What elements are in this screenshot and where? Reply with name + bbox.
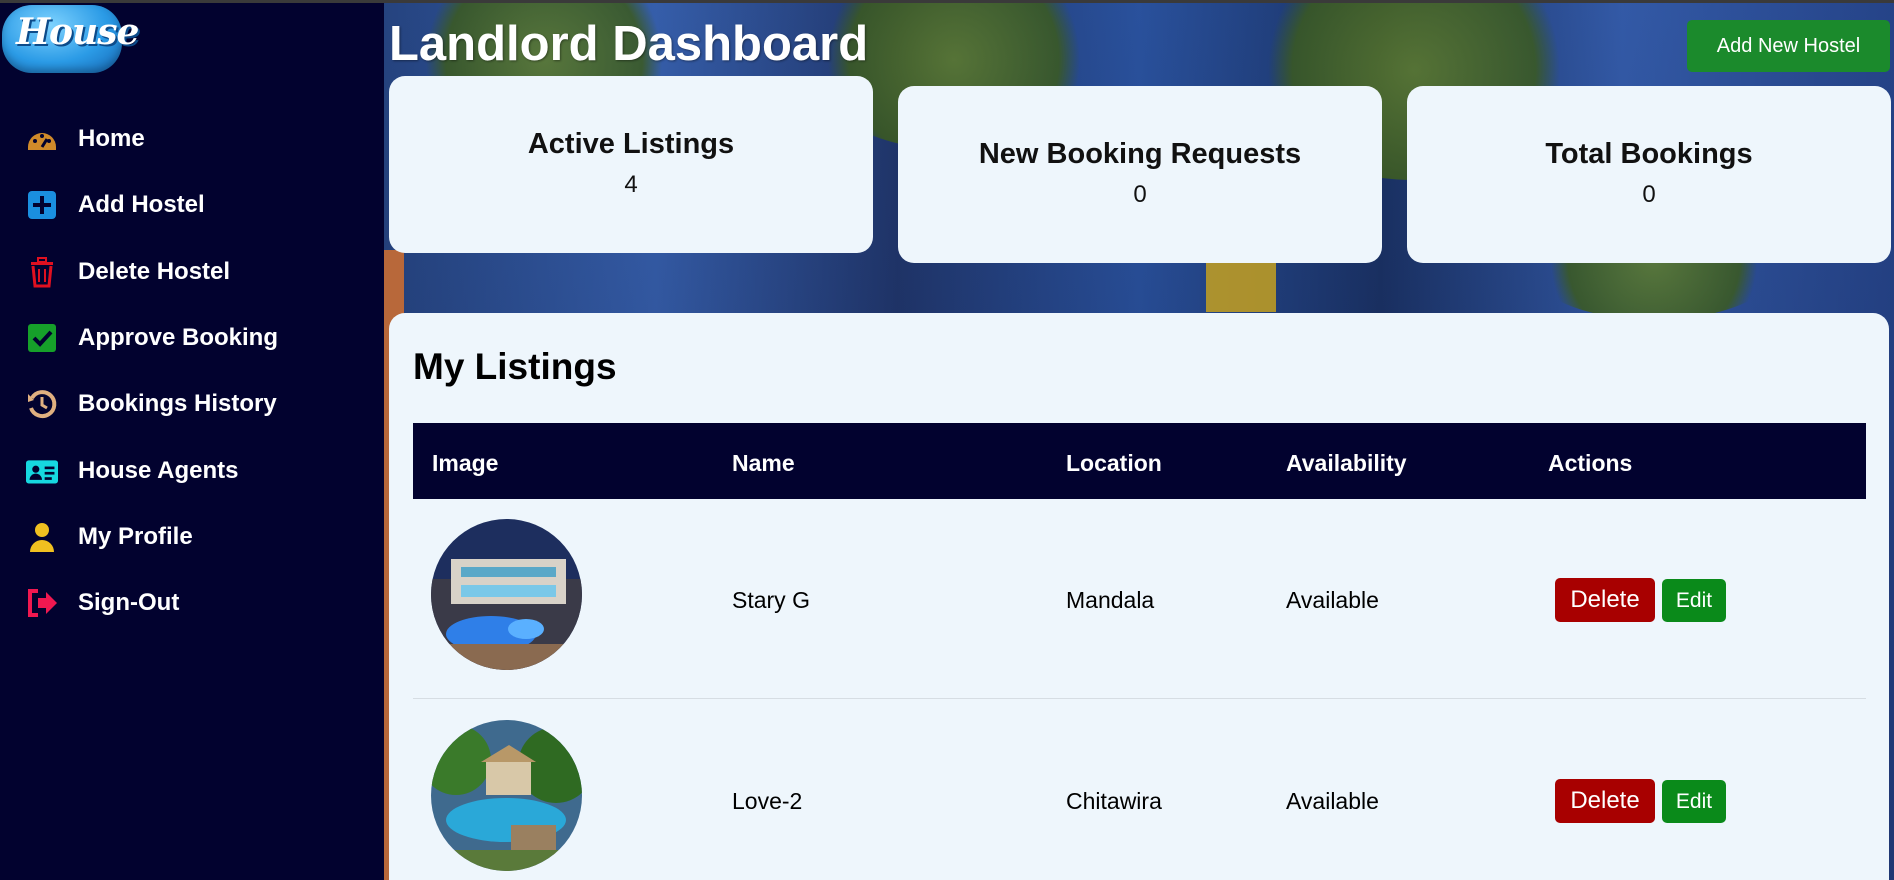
history-icon xyxy=(26,388,58,420)
stat-value: 0 xyxy=(1133,181,1147,208)
sidebar-item-home[interactable]: Home xyxy=(0,106,384,172)
edit-button[interactable]: Edit xyxy=(1662,780,1726,823)
listing-availability: Available xyxy=(1286,587,1379,613)
sidebar-item-bookings-history[interactable]: Bookings History xyxy=(0,371,384,437)
sidebar-item-label: Sign-Out xyxy=(78,589,180,617)
listing-availability: Available xyxy=(1286,788,1379,814)
delete-button[interactable]: Delete xyxy=(1555,578,1655,622)
sidebar-item-sign-out[interactable]: Sign-Out xyxy=(0,570,384,636)
hostel-thumbnail xyxy=(431,720,582,871)
main-content: Landlord Dashboard Add New Hostel Active… xyxy=(384,0,1894,880)
trash-icon xyxy=(26,256,58,288)
column-header-availability: Availability xyxy=(1286,450,1407,476)
listing-name: Stary G xyxy=(732,587,810,613)
page-title: Landlord Dashboard xyxy=(389,17,869,71)
stat-value: 0 xyxy=(1642,181,1656,208)
column-header-location: Location xyxy=(1066,450,1162,476)
table-row: Love-2 Chitawira Available Delete Edit xyxy=(413,700,1866,880)
sidebar-item-label: Home xyxy=(78,125,145,153)
sidebar-item-label: Add Hostel xyxy=(78,191,205,219)
sidebar-item-label: Delete Hostel xyxy=(78,257,231,285)
delete-button[interactable]: Delete xyxy=(1555,779,1655,823)
plus-square-icon xyxy=(26,189,58,221)
stat-label: Active Listings xyxy=(527,128,735,160)
listing-location: Mandala xyxy=(1066,587,1155,613)
stat-card-total-bookings: Total Bookings 0 xyxy=(1407,86,1891,263)
stat-label: Total Bookings xyxy=(1545,138,1753,170)
table-header: Image Name Location Availability Actions xyxy=(413,423,1866,499)
dashboard-gauge-icon xyxy=(26,123,58,155)
hostel-thumbnail xyxy=(431,519,582,670)
add-new-hostel-button[interactable]: Add New Hostel xyxy=(1687,20,1890,72)
sidebar-item-delete-hostel[interactable]: Delete Hostel xyxy=(0,239,384,305)
logo-text: House xyxy=(16,11,139,53)
stat-card-new-booking-requests: New Booking Requests 0 xyxy=(898,86,1382,263)
my-listings-panel: My Listings Image Name Location Availabi… xyxy=(389,313,1889,880)
sidebar-item-label: Approve Booking xyxy=(78,324,279,352)
column-header-image: Image xyxy=(432,450,499,476)
id-card-icon xyxy=(26,455,58,487)
listing-name: Love-2 xyxy=(732,788,803,814)
edit-button[interactable]: Edit xyxy=(1662,579,1726,622)
listings-title: My Listings xyxy=(413,346,617,387)
table-row: Stary G Mandala Available Delete Edit xyxy=(413,499,1866,699)
sidebar-nav: Home Add Hostel Delete Hostel Approve Bo… xyxy=(0,106,384,636)
stat-label: New Booking Requests xyxy=(978,138,1302,170)
sidebar-item-approve-booking[interactable]: Approve Booking xyxy=(0,305,384,371)
check-square-icon xyxy=(26,322,58,354)
listing-location: Chitawira xyxy=(1066,788,1162,814)
stat-card-active-listings: Active Listings 4 xyxy=(389,76,873,253)
column-header-actions: Actions xyxy=(1548,450,1633,476)
sidebar-item-add-hostel[interactable]: Add Hostel xyxy=(0,172,384,238)
house-logo[interactable]: House xyxy=(2,5,139,73)
sidebar-item-label: Bookings History xyxy=(78,390,277,418)
stat-value: 4 xyxy=(624,171,638,198)
sidebar: House Home Add Hostel Delete Hostel Appr… xyxy=(0,0,384,880)
user-icon xyxy=(26,521,58,553)
window-top-border xyxy=(0,0,1894,3)
sidebar-item-house-agents[interactable]: House Agents xyxy=(0,437,384,503)
sign-out-icon xyxy=(26,587,58,619)
column-header-name: Name xyxy=(732,450,795,476)
sidebar-item-label: My Profile xyxy=(78,522,193,550)
sidebar-item-my-profile[interactable]: My Profile xyxy=(0,504,384,570)
sidebar-item-label: House Agents xyxy=(78,456,239,484)
